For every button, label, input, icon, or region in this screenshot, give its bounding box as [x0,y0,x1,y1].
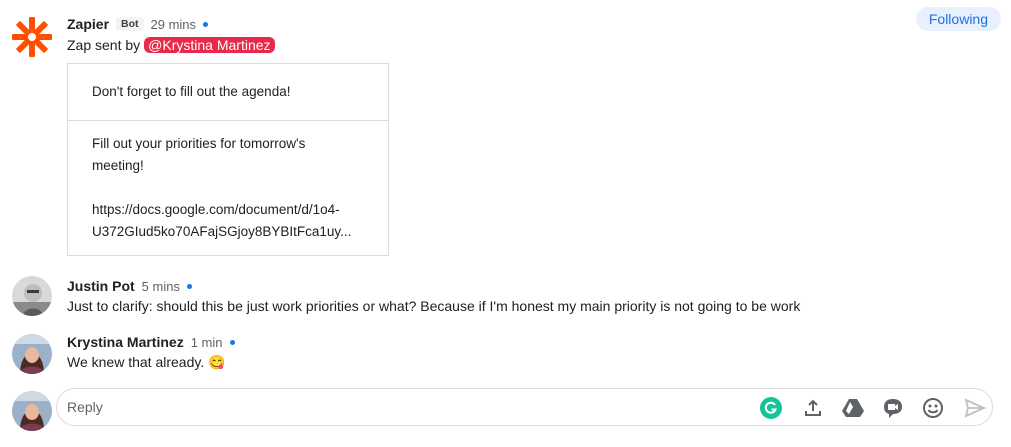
video-meet-icon [884,399,902,418]
send-button[interactable] [963,396,987,420]
avatar-justin[interactable] [12,276,52,316]
upload-icon [805,399,821,416]
timestamp: 1 min [190,334,223,350]
zap-sent-line: Zap sent by @Krystina Martinez [67,37,275,53]
emoji-button[interactable] [921,396,945,420]
unread-dot [229,339,235,345]
reply-placeholder: Reply [67,399,103,415]
person-avatar-icon [12,391,52,431]
bot-badge: Bot [116,17,144,31]
zapier-logo-icon [12,17,52,57]
justin-message-header: Justin Pot 5 mins [67,278,192,294]
card-body-line-2: meeting! [92,158,144,173]
zapier-message-header: Zapier Bot 29 mins [67,16,209,32]
send-icon [964,398,986,418]
following-button[interactable]: Following [915,7,1001,31]
zapier-avatar [12,17,52,57]
unread-dot [186,283,192,289]
timestamp: 5 mins [141,278,180,294]
avatar-krystina[interactable] [12,334,52,374]
card-link-line-1[interactable]: https://docs.google.com/document/d/1o4- [92,199,340,221]
person-avatar-icon [12,276,52,316]
card-body-line-1: Fill out your priorities for tomorrow's [92,136,306,151]
timestamp: 29 mins [150,16,197,32]
emoji-icon [923,398,943,418]
drive-button[interactable] [841,396,865,420]
grammarly-icon [760,397,782,419]
zap-sent-label: Zap sent by [67,37,141,53]
message-text: Just to clarify: should this be just wor… [67,298,801,314]
meet-button[interactable] [881,396,905,420]
current-user-avatar [12,391,52,431]
person-avatar-icon [12,334,52,374]
google-drive-icon [842,399,864,417]
sender-name[interactable]: Zapier [67,16,109,32]
sender-name[interactable]: Justin Pot [67,278,135,294]
unread-dot [203,21,209,27]
card-link-line-2[interactable]: U372GIud5ko70AFajSGjoy8BYBItFca1uy... [92,221,351,243]
user-mention[interactable]: @Krystina Martinez [144,37,275,53]
krystina-message-header: Krystina Martinez 1 min [67,334,235,350]
grammarly-button[interactable] [759,396,783,420]
sender-name[interactable]: Krystina Martinez [67,334,184,350]
message-text: We knew that already. 😋 [67,354,226,370]
card-title: Don't forget to fill out the agenda! [92,84,291,99]
upload-button[interactable] [801,396,825,420]
